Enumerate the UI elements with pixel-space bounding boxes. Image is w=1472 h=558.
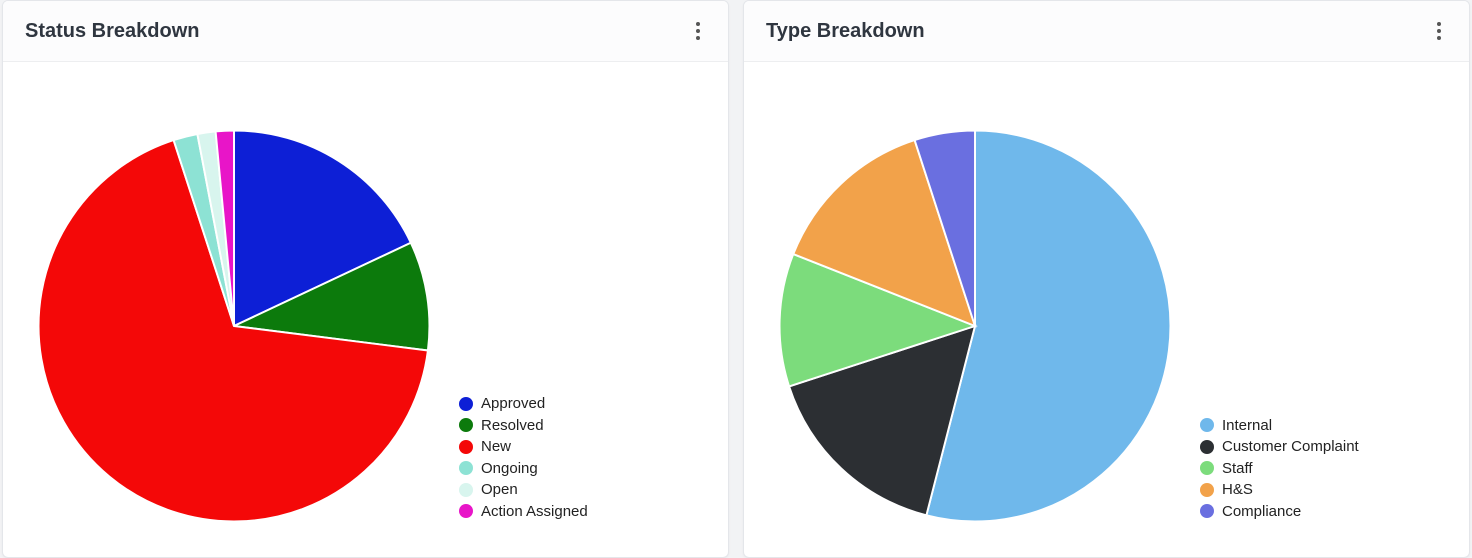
legend-swatch xyxy=(1200,418,1214,432)
legend-swatch xyxy=(459,461,473,475)
legend-label: Ongoing xyxy=(481,459,538,479)
legend-label: Open xyxy=(481,480,518,500)
legend-swatch xyxy=(1200,461,1214,475)
card-body: InternalCustomer ComplaintStaffH&SCompli… xyxy=(744,62,1469,557)
card-title: Status Breakdown xyxy=(25,20,199,43)
legend-swatch xyxy=(1200,440,1214,454)
legend-item[interactable]: Action Assigned xyxy=(459,502,588,522)
legend-item[interactable]: Staff xyxy=(1200,459,1359,479)
legend-label: Resolved xyxy=(481,416,544,436)
legend-swatch xyxy=(1200,483,1214,497)
type-breakdown-card: Type Breakdown InternalCustomer Complain… xyxy=(743,0,1470,558)
legend-label: Approved xyxy=(481,394,545,414)
legend-label: H&S xyxy=(1222,480,1253,500)
legend-item[interactable]: Internal xyxy=(1200,416,1359,436)
legend-swatch xyxy=(459,504,473,518)
status-breakdown-card: Status Breakdown ApprovedResolvedNewOngo… xyxy=(2,0,729,558)
legend-swatch xyxy=(459,418,473,432)
legend-type: InternalCustomer ComplaintStaffH&SCompli… xyxy=(1200,414,1359,542)
legend-item[interactable]: Compliance xyxy=(1200,502,1359,522)
legend-swatch xyxy=(459,440,473,454)
chart-area: InternalCustomer ComplaintStaffH&SCompli… xyxy=(760,74,1453,541)
legend-item[interactable]: Customer Complaint xyxy=(1200,437,1359,457)
dashboard-row: Status Breakdown ApprovedResolvedNewOngo… xyxy=(0,0,1472,558)
legend-label: New xyxy=(481,437,511,457)
chart-area: ApprovedResolvedNewOngoingOpenAction Ass… xyxy=(19,74,712,541)
legend-item[interactable]: New xyxy=(459,437,588,457)
card-title: Type Breakdown xyxy=(766,20,925,43)
legend-swatch xyxy=(459,483,473,497)
legend-status: ApprovedResolvedNewOngoingOpenAction Ass… xyxy=(459,392,588,541)
legend-label: Compliance xyxy=(1222,502,1301,522)
legend-item[interactable]: Ongoing xyxy=(459,459,588,479)
card-menu-button[interactable] xyxy=(1431,19,1447,43)
legend-label: Internal xyxy=(1222,416,1272,436)
card-header: Status Breakdown xyxy=(3,1,728,62)
pie-chart-type xyxy=(760,111,1190,541)
legend-swatch xyxy=(1200,504,1214,518)
legend-item[interactable]: H&S xyxy=(1200,480,1359,500)
legend-item[interactable]: Open xyxy=(459,480,588,500)
legend-label: Staff xyxy=(1222,459,1253,479)
pie-chart-status xyxy=(19,111,449,541)
card-menu-button[interactable] xyxy=(690,19,706,43)
legend-label: Customer Complaint xyxy=(1222,437,1359,457)
card-header: Type Breakdown xyxy=(744,1,1469,62)
card-body: ApprovedResolvedNewOngoingOpenAction Ass… xyxy=(3,62,728,557)
legend-label: Action Assigned xyxy=(481,502,588,522)
legend-item[interactable]: Resolved xyxy=(459,416,588,436)
legend-swatch xyxy=(459,397,473,411)
legend-item[interactable]: Approved xyxy=(459,394,588,414)
